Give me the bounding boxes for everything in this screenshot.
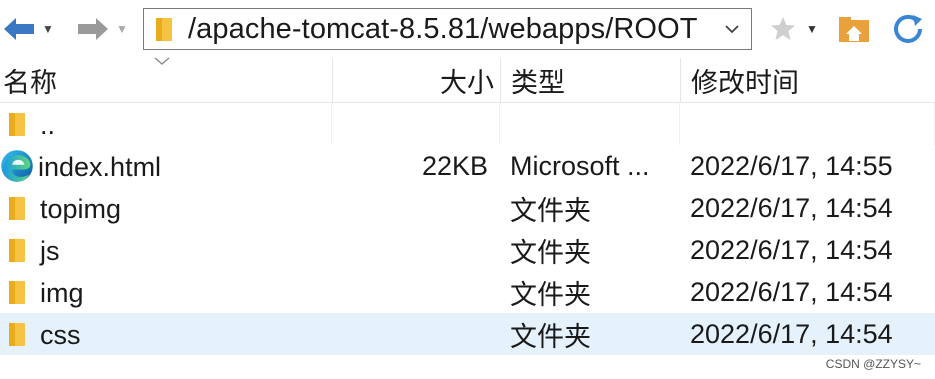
- folder-row-img[interactable]: img 文件夹 2022/6/17, 14:54: [0, 271, 935, 313]
- column-header-modified[interactable]: 修改时间: [680, 58, 935, 102]
- file-list: .. index.html 22KB Microsoft ... 2022/6/…: [0, 103, 935, 355]
- name-cell: index.html: [0, 145, 332, 187]
- folder-row-topimg[interactable]: topimg 文件夹 2022/6/17, 14:54: [0, 187, 935, 229]
- name-cell: ..: [0, 103, 332, 145]
- edge-html-file-icon: [1, 150, 33, 182]
- chevron-down-icon[interactable]: [721, 17, 743, 41]
- column-header-size[interactable]: 大小: [332, 58, 500, 102]
- toolbar: ▼ ▼ /apache-tomcat-8.5.81/webapps/ROOT ▼: [0, 0, 935, 58]
- name-cell: topimg: [0, 187, 332, 229]
- folder-row-css[interactable]: css 文件夹 2022/6/17, 14:54: [0, 313, 935, 355]
- type-cell: Microsoft ...: [510, 150, 650, 181]
- folder-icon: [9, 197, 25, 220]
- size-cell: [332, 187, 500, 229]
- back-arrow-icon: [4, 18, 34, 40]
- file-name: img: [40, 277, 84, 308]
- forward-button[interactable]: ▼: [76, 14, 136, 44]
- file-name: js: [40, 235, 60, 266]
- size-cell: [332, 103, 500, 145]
- type-cell: 文件夹: [510, 279, 591, 310]
- back-button[interactable]: ▼: [2, 14, 62, 44]
- modified-cell: 2022/6/17, 14:54: [690, 192, 893, 223]
- name-cell: js: [0, 229, 332, 271]
- folder-icon: [156, 18, 172, 41]
- file-name: index.html: [38, 151, 162, 182]
- type-cell: 文件夹: [510, 195, 591, 226]
- modified-cell: 2022/6/17, 14:55: [690, 150, 893, 181]
- name-cell: img: [0, 271, 332, 313]
- folder-icon: [9, 113, 25, 136]
- folder-icon: [9, 323, 25, 346]
- folder-row-js[interactable]: js 文件夹 2022/6/17, 14:54: [0, 229, 935, 271]
- column-header-type[interactable]: 类型: [500, 58, 680, 102]
- type-cell: 文件夹: [510, 321, 591, 352]
- back-history-dropdown-icon[interactable]: ▼: [42, 22, 54, 36]
- size-cell: [332, 313, 500, 355]
- folder-icon: [9, 281, 25, 304]
- size-cell: [332, 229, 500, 271]
- address-path[interactable]: /apache-tomcat-8.5.81/webapps/ROOT: [188, 13, 698, 46]
- bookmark-star-icon[interactable]: [768, 14, 798, 44]
- column-header-row: 名称 大小 类型 修改时间: [0, 57, 935, 103]
- watermark: CSDN @ZZYSY~: [825, 357, 921, 371]
- bookmark-dropdown-icon[interactable]: ▼: [806, 22, 818, 36]
- name-cell: css: [0, 313, 332, 355]
- modified-cell: 2022/6/17, 14:54: [690, 276, 893, 307]
- refresh-icon[interactable]: [888, 12, 928, 46]
- type-cell: 文件夹: [510, 237, 591, 268]
- file-name: ..: [40, 109, 56, 140]
- modified-cell: 2022/6/17, 14:54: [690, 318, 893, 349]
- column-header-name[interactable]: 名称: [0, 58, 332, 102]
- folder-icon: [9, 239, 25, 262]
- address-bar[interactable]: /apache-tomcat-8.5.81/webapps/ROOT: [143, 8, 752, 50]
- modified-cell: [680, 103, 935, 145]
- file-row-index-html[interactable]: index.html 22KB Microsoft ... 2022/6/17,…: [0, 145, 935, 187]
- forward-arrow-icon: [78, 18, 108, 40]
- file-name: css: [40, 319, 81, 350]
- forward-history-dropdown-icon[interactable]: ▼: [116, 22, 128, 36]
- home-icon[interactable]: [836, 12, 872, 46]
- size-cell: [332, 271, 500, 313]
- size-cell: 22KB: [421, 150, 488, 181]
- file-name: topimg: [40, 193, 122, 224]
- type-cell: [500, 103, 680, 145]
- parent-directory-row[interactable]: ..: [0, 103, 935, 145]
- modified-cell: 2022/6/17, 14:54: [690, 234, 893, 265]
